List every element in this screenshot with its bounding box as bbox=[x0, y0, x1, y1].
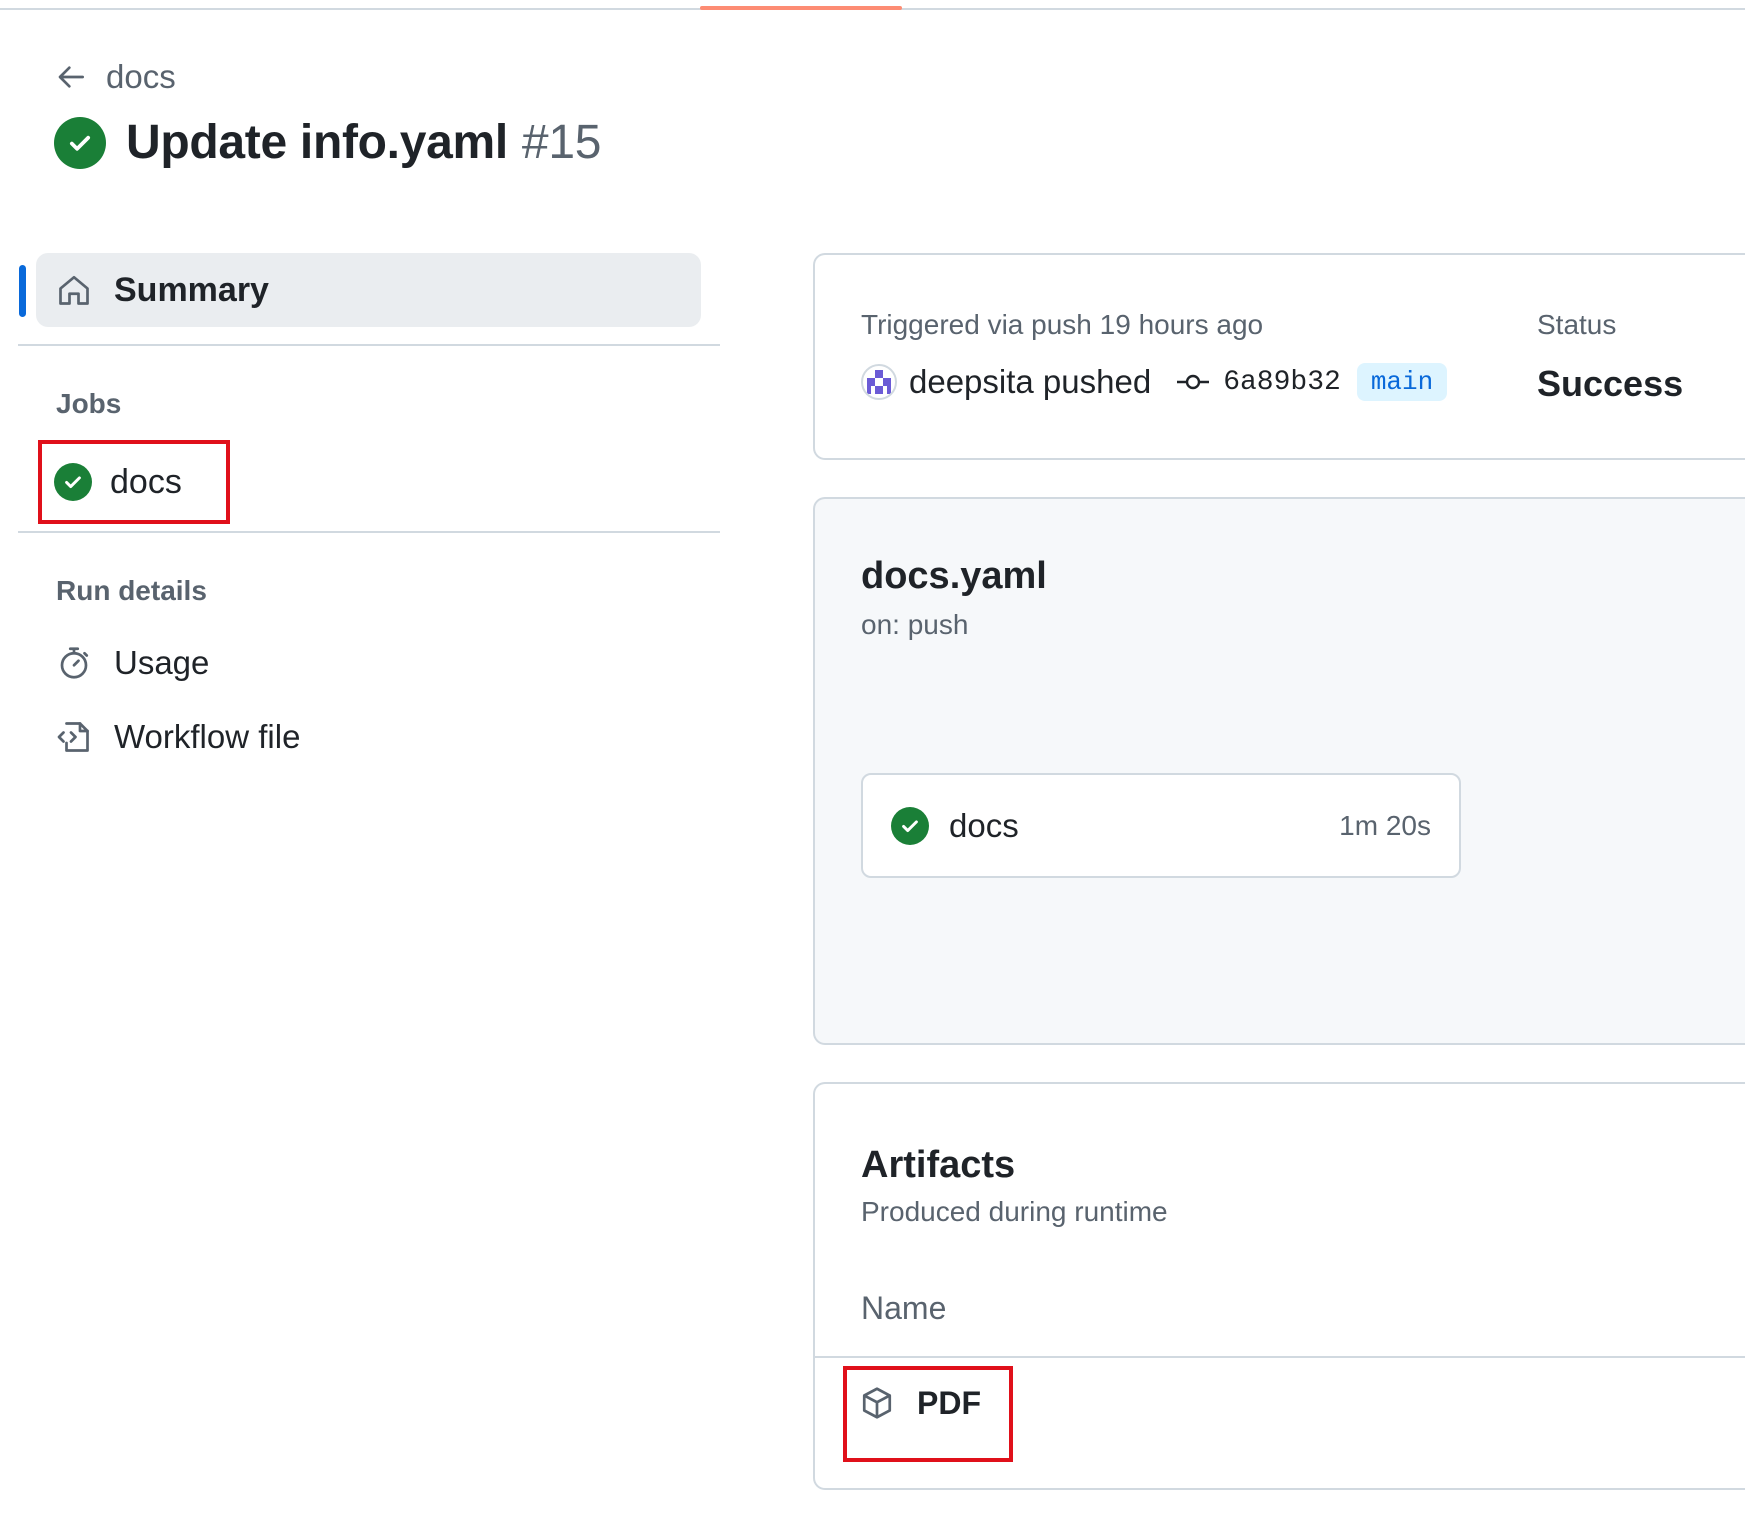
artifacts-divider bbox=[815, 1356, 1745, 1358]
job-duration: 1m 20s bbox=[1339, 809, 1431, 841]
stopwatch-icon bbox=[60, 647, 89, 679]
artifacts-panel: Artifacts Produced during runtime Name P… bbox=[813, 1082, 1745, 1490]
sidebar-item-job-docs[interactable]: docs bbox=[38, 440, 230, 524]
actor-text[interactable]: deepsita pushed bbox=[909, 363, 1151, 401]
back-to-workflow-link[interactable]: docs bbox=[56, 58, 176, 96]
commit-sha-link[interactable]: 6a89b32 bbox=[1223, 367, 1341, 398]
sidebar-divider bbox=[18, 531, 720, 533]
check-circle-icon bbox=[54, 116, 106, 169]
check-circle-icon bbox=[891, 806, 929, 845]
trigger-details: deepsita pushed 6a89b32 main bbox=[861, 363, 1448, 401]
sidebar-item-workflow-file[interactable]: Workflow file bbox=[56, 718, 300, 756]
file-code-icon bbox=[57, 722, 89, 752]
trigger-text: Triggered via push 19 hours ago bbox=[861, 309, 1264, 340]
run-number: #15 bbox=[521, 116, 602, 169]
branch-badge[interactable]: main bbox=[1356, 363, 1448, 401]
artifact-item-pdf[interactable]: PDF bbox=[859, 1384, 981, 1422]
artifacts-heading: Artifacts bbox=[861, 1144, 1016, 1186]
artifacts-subtitle: Produced during runtime bbox=[861, 1196, 1168, 1227]
run-details-heading: Run details bbox=[56, 575, 207, 606]
back-link-label: docs bbox=[106, 58, 176, 95]
job-name: docs bbox=[949, 806, 1019, 844]
arrow-left-icon bbox=[58, 66, 84, 88]
sidebar-item-label: Workflow file bbox=[114, 718, 301, 755]
sidebar-item-label: docs bbox=[110, 462, 182, 501]
package-icon bbox=[862, 1387, 892, 1419]
status-value: Success bbox=[1537, 363, 1684, 404]
run-heading: Update info.yaml #15 bbox=[126, 115, 601, 170]
home-icon bbox=[59, 275, 89, 305]
run-title-text: Update info.yaml bbox=[126, 116, 508, 169]
selected-indicator bbox=[19, 265, 26, 317]
sidebar-item-usage[interactable]: Usage bbox=[56, 644, 209, 682]
artifact-name: PDF bbox=[917, 1384, 981, 1421]
run-trigger-panel: Triggered via push 19 hours ago deepsita… bbox=[813, 253, 1745, 460]
workflow-file-name: docs.yaml bbox=[861, 555, 1047, 597]
workflow-graph-panel: docs.yaml on: push docs 1m 20s bbox=[813, 497, 1745, 1045]
active-tab-underline bbox=[700, 6, 902, 10]
git-commit-icon bbox=[1177, 374, 1210, 390]
sidebar-item-label: Summary bbox=[114, 270, 269, 309]
workflow-trigger: on: push bbox=[861, 609, 969, 640]
job-card-docs[interactable]: docs 1m 20s bbox=[861, 773, 1461, 878]
jobs-heading: Jobs bbox=[56, 388, 122, 419]
avatar[interactable] bbox=[861, 364, 897, 400]
sidebar-item-label: Usage bbox=[114, 644, 210, 681]
sidebar-divider bbox=[18, 344, 720, 346]
run-title: Update info.yaml #15 bbox=[54, 115, 601, 170]
artifacts-name-column-header: Name bbox=[861, 1290, 947, 1326]
status-label: Status bbox=[1537, 309, 1617, 340]
sidebar-item-summary[interactable]: Summary bbox=[36, 253, 701, 327]
check-circle-icon bbox=[54, 463, 92, 501]
